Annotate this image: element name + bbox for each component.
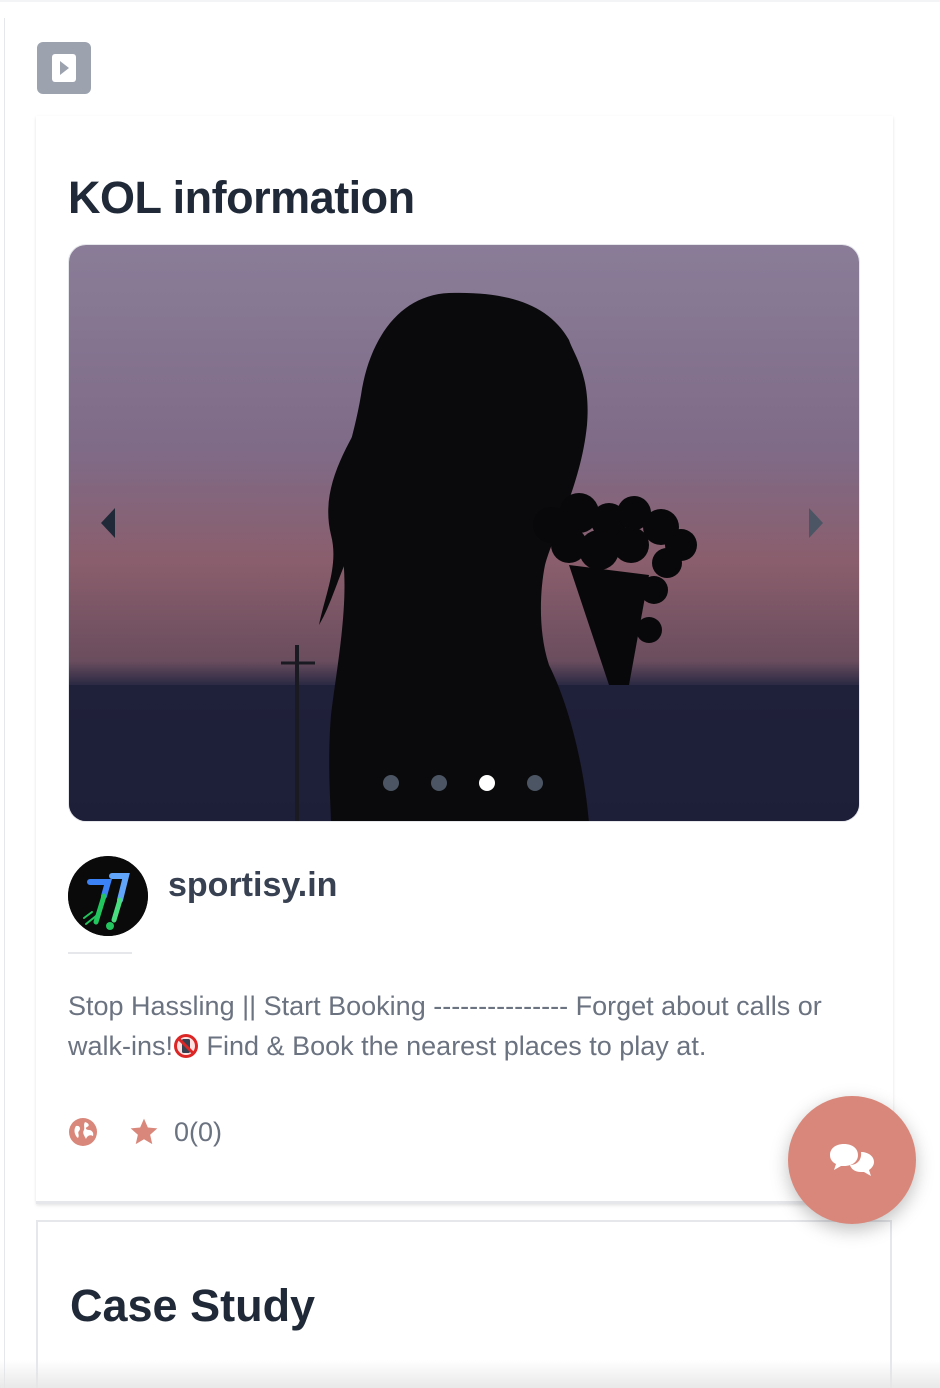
divider <box>68 952 132 954</box>
carousel-prev-button[interactable] <box>93 503 123 543</box>
profile-meta: 0(0) <box>68 1112 222 1152</box>
chat-button[interactable] <box>788 1096 916 1224</box>
avatar[interactable] <box>68 856 148 936</box>
left-border <box>4 18 5 1388</box>
chevron-right-icon <box>809 508 823 538</box>
play-icon <box>52 54 76 82</box>
bottom-shadow <box>0 1360 940 1388</box>
carousel-dot-active[interactable] <box>479 775 495 791</box>
rating-value: 0(0) <box>174 1116 223 1147</box>
bio-text-continued: Find & Book the nearest places to play a… <box>199 1031 707 1061</box>
carousel-dot[interactable] <box>431 775 447 791</box>
star-icon <box>130 1118 158 1145</box>
profile-name[interactable]: sportisy.in <box>168 866 337 905</box>
no-mobile-phones-icon <box>174 1034 199 1058</box>
kol-information-card: KOL information sportisy.in Stop Hasslin… <box>36 116 893 1204</box>
top-border <box>0 0 940 2</box>
carousel-dot[interactable] <box>383 775 399 791</box>
card-title: KOL information <box>68 172 415 223</box>
chevron-left-icon <box>101 508 115 538</box>
chat-bubbles-icon <box>830 1144 874 1176</box>
sportisy-logo <box>68 856 148 936</box>
sidebar-toggle-button[interactable] <box>37 42 91 94</box>
profile-bio: Stop Hassling || Start Booking ---------… <box>68 986 868 1066</box>
carousel-dot[interactable] <box>527 775 543 791</box>
carousel-image <box>69 245 859 821</box>
carousel-next-button[interactable] <box>801 503 831 543</box>
case-study-title: Case Study <box>70 1280 316 1331</box>
carousel-indicators <box>383 775 543 791</box>
image-carousel[interactable] <box>68 244 860 822</box>
globe-icon[interactable] <box>68 1117 98 1147</box>
